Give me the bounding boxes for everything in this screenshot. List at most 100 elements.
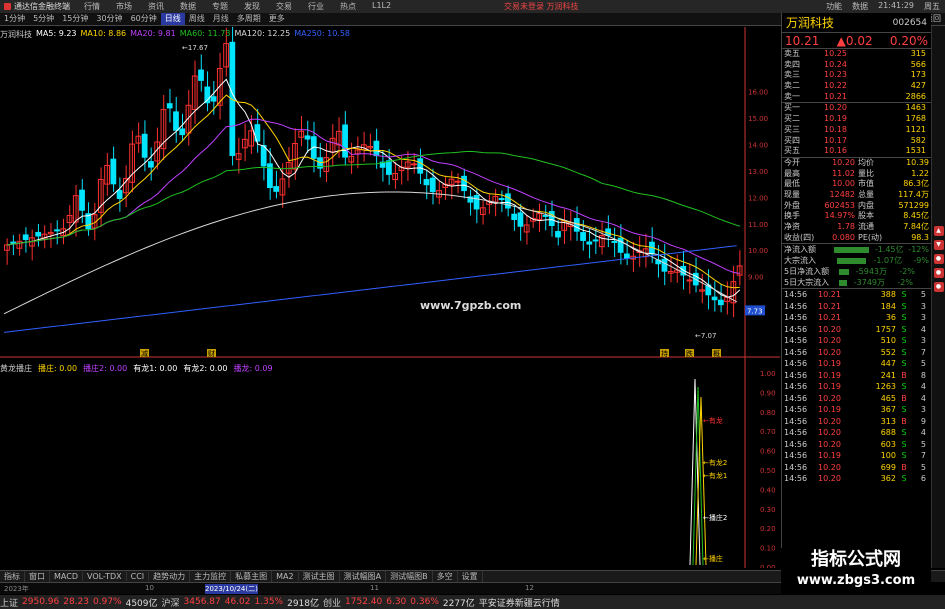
tick-count: 5	[920, 462, 926, 472]
side-tab-icon[interactable]: ▲	[933, 226, 944, 236]
tick-time: 14:56	[784, 451, 808, 461]
ma5-line	[7, 78, 741, 298]
side-tabs[interactable]: ▲ ▼ ● ● ●	[931, 26, 945, 568]
indicator-tab[interactable]: 私募主图	[231, 571, 273, 582]
menu-item[interactable]: 热点	[332, 1, 364, 12]
tick-volume: 388	[880, 290, 896, 300]
ask-label: 卖二	[784, 81, 800, 91]
candle-body	[35, 231, 42, 237]
period-tab[interactable]: 60分钟	[127, 13, 161, 25]
menu-item[interactable]: 交易	[268, 1, 300, 12]
title-right-item[interactable]: 数据	[847, 1, 873, 12]
indicator-tab[interactable]: 指标	[0, 571, 25, 582]
tick-time: 14:56	[784, 359, 808, 369]
menu-item[interactable]: 行情	[76, 1, 108, 12]
menu-item[interactable]: 数据	[172, 1, 204, 12]
candle-body	[210, 96, 217, 102]
stat-value: 86.3亿	[903, 179, 929, 189]
tick-time: 14:56	[784, 439, 808, 449]
osc-label: 播庄: 0.00	[38, 364, 78, 373]
osc-label: 有龙1: 0.00	[133, 364, 178, 373]
period-tab[interactable]: 15分钟	[58, 13, 92, 25]
status-item: 3456.87	[183, 597, 221, 607]
tick-count: 9	[920, 416, 926, 426]
osc-label: 播庄2: 0.00	[83, 364, 128, 373]
tick-volume: 362	[880, 474, 896, 484]
tick-flag: B	[901, 416, 907, 426]
tick-volume: 447	[880, 359, 896, 369]
stat-label: 均价	[858, 157, 874, 167]
stat-value: 10.39	[906, 157, 929, 167]
chart-area[interactable]: 16.00 15.00 14.00 13.00 12.00 11.00 10.00 9.00 7…	[0, 27, 780, 568]
osc-label: 播龙: 0.09	[233, 364, 273, 373]
promo-text[interactable]: 交易未登录 万润科技	[504, 1, 579, 12]
indicator-tab[interactable]: MA2	[272, 572, 299, 581]
candle-body	[517, 212, 524, 227]
ask-volume: 566	[910, 59, 926, 69]
stat-value: 117.4万	[898, 189, 929, 199]
tick-flag: S	[901, 324, 907, 334]
tick-row: 14:56 10.21 36 S 3	[782, 312, 931, 324]
stat-row: 最高 11.02 量比 1.22	[782, 169, 931, 180]
side-tab-icon[interactable]: ●	[933, 282, 944, 292]
signal-label: 财	[208, 349, 215, 358]
stat-label: 最高	[784, 168, 800, 178]
side-tab-icon[interactable]: ●	[933, 268, 944, 278]
indicator-tab[interactable]: 设置	[458, 571, 483, 582]
period-tab[interactable]: 多周期	[233, 13, 265, 25]
menu-item[interactable]: 行业	[300, 1, 332, 12]
indicator-tab[interactable]: 窗口	[25, 571, 50, 582]
tick-count: 4	[920, 382, 926, 392]
candle-body	[417, 158, 424, 174]
flow-label: 5日大宗流入	[784, 278, 830, 288]
indicator-tab[interactable]: CCI	[127, 572, 150, 581]
bid-list: 买一 10.20 1463 买二 10.19 1768 买三 10.18 1121 买四 10.17…	[782, 103, 931, 158]
side-tab-icon[interactable]: ▼	[933, 240, 944, 250]
indicator-tab[interactable]: 趋势动力	[149, 571, 191, 582]
tick-count: 7	[920, 347, 926, 357]
period-tab[interactable]: 30分钟	[92, 13, 126, 25]
tick-volume: 313	[880, 416, 896, 426]
period-tab[interactable]: 5分钟	[29, 13, 58, 25]
tick-time: 14:56	[784, 313, 808, 323]
candle-body	[173, 111, 179, 131]
period-tab[interactable]: 更多	[265, 13, 289, 25]
menu-item[interactable]: 市场	[108, 1, 140, 12]
tick-flag: S	[901, 382, 907, 392]
period-tab[interactable]: 周线	[185, 13, 209, 25]
title-right-item[interactable]: 21:41:29	[873, 1, 919, 12]
indicator-tab[interactable]: MACD	[50, 572, 83, 581]
period-tab[interactable]: 1分钟	[0, 13, 29, 25]
signal-label: 减	[141, 349, 148, 358]
candle-body	[54, 229, 60, 232]
period-tab[interactable]: 月线	[209, 13, 233, 25]
date-label: 2023/10/24(二)	[205, 584, 258, 594]
ma-label: MA120: 12.25	[234, 29, 291, 38]
indicator-tab[interactable]: 主力监控	[190, 571, 232, 582]
signal-label: 跌	[686, 349, 693, 358]
side-tab-icon[interactable]: ●	[933, 254, 944, 264]
period-tab[interactable]: 日线	[160, 13, 185, 25]
stat-label: 股本	[858, 211, 874, 221]
app-title: 通达信金融终端	[0, 1, 76, 12]
menu-item[interactable]: 专题	[204, 1, 236, 12]
indicator-tab[interactable]: 测试主图	[299, 571, 340, 582]
indicator-tab[interactable]: VOL-TDX	[83, 572, 127, 581]
indicator-tab[interactable]: 测试幅图A	[340, 571, 387, 582]
tick-row: 14:56 10.20 552 S 7	[782, 347, 931, 359]
menu-item[interactable]: 资讯	[140, 1, 172, 12]
indicator-tab[interactable]: 多空	[433, 571, 458, 582]
menu-item[interactable]: 发现	[236, 1, 268, 12]
indicator-tab[interactable]: 测试幅图B	[386, 571, 433, 582]
tick-volume: 465	[880, 393, 896, 403]
title-right-item[interactable]: 功能	[821, 1, 847, 12]
menu-item[interactable]: L1L2	[364, 1, 399, 12]
kline-chart[interactable]: 16.00 15.00 14.00 13.00 12.00 11.00 10.00 9.00 7…	[0, 27, 780, 568]
title-right-item[interactable]: 周五	[919, 1, 945, 12]
bid-row: 买四 10.17 582	[782, 136, 931, 147]
candle-body	[166, 103, 173, 109]
bid-volume: 582	[910, 135, 926, 145]
candle-body	[624, 253, 630, 259]
osc-marker: ←有龙1	[703, 471, 727, 480]
status-item: 46.02	[224, 597, 251, 607]
